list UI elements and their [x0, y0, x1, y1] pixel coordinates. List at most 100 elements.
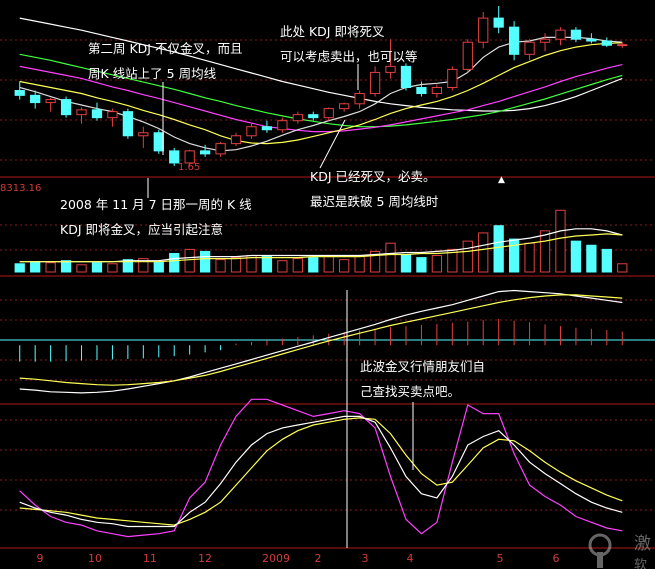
candle-body — [447, 68, 458, 89]
up-marker: ▲ — [498, 175, 505, 185]
volume-readout: 8313.16 — [0, 183, 41, 194]
annotation-4-line-1: 2008 年 11 月 7 日那一周的 K 线 — [60, 197, 252, 212]
volume-bar — [493, 225, 504, 273]
volume-bar — [169, 252, 180, 273]
candle-body — [122, 111, 134, 137]
candle-body — [539, 38, 551, 43]
volume-bar — [230, 257, 242, 273]
candle-body — [76, 109, 87, 116]
candle-body — [586, 38, 597, 42]
weekly-kdj-chart: 1.65 8313.16 ▲ 第二周 KDJ 不仅金叉，而且 周K 线站上了 5… — [0, 0, 655, 569]
volume-bar — [215, 259, 226, 273]
candle-body — [617, 44, 628, 47]
volume-bar — [45, 262, 56, 273]
volume-bar — [184, 248, 195, 273]
annotation-1-line-1: 第二周 KDJ 不仅金叉，而且 — [88, 41, 242, 56]
candle-body — [246, 126, 257, 137]
volume-bar — [76, 264, 87, 273]
annotation-1-line-2: 周K 线站上了 5 周均线 — [88, 66, 217, 81]
candle-body — [339, 103, 350, 110]
candle-body — [199, 150, 211, 155]
candle-body — [277, 120, 288, 131]
watermark-char-1: 激 — [634, 534, 651, 554]
volume-bar — [308, 257, 319, 273]
candle-body — [601, 40, 612, 46]
volume-bar — [462, 240, 473, 273]
candle-body — [30, 94, 41, 104]
candle-body — [292, 114, 303, 122]
volume-bar — [539, 230, 551, 273]
annotation-3-line-1: KDJ 已经死叉，必卖。 — [310, 169, 435, 184]
x-axis-label: 2009 — [262, 552, 290, 565]
volume-bar — [601, 248, 612, 273]
candle-body — [107, 111, 118, 119]
x-axis-label: 5 — [497, 552, 504, 565]
volume-bar — [555, 209, 566, 273]
volume-bar — [30, 261, 41, 273]
candle-body — [508, 26, 520, 55]
candle-body — [323, 108, 334, 119]
candle-body — [230, 135, 242, 145]
annotation-5-line-1: 此波金叉行情朋友们自 — [360, 359, 485, 374]
candle-body — [138, 132, 149, 137]
volume-bar — [277, 260, 288, 273]
candle-body — [524, 41, 535, 55]
candle-body — [369, 71, 381, 95]
volume-bar — [60, 260, 72, 273]
volume-bar — [199, 250, 211, 273]
candle-body — [354, 93, 365, 105]
candle-body — [91, 109, 103, 119]
candle-body — [215, 143, 226, 155]
volume-bar — [261, 256, 273, 273]
x-axis-label: 10 — [88, 552, 102, 565]
x-axis-label: 4 — [407, 552, 414, 565]
volume-bar — [586, 244, 597, 273]
candle-body — [45, 99, 56, 104]
volume-bar — [153, 261, 164, 273]
candle-body — [14, 90, 25, 96]
volume-bar — [107, 263, 118, 273]
candle-body — [570, 29, 582, 40]
candle-body — [385, 65, 396, 73]
volume-bar — [524, 242, 535, 273]
volume-bar — [478, 232, 489, 273]
low-price-label: 1.65 — [178, 162, 200, 173]
candle-body — [400, 65, 412, 88]
x-axis-label: 9 — [37, 552, 44, 565]
candle-body — [261, 126, 273, 131]
volume-bar — [416, 257, 427, 273]
candle-body — [153, 132, 164, 152]
x-axis-label: 3 — [362, 552, 369, 565]
volume-bar — [14, 263, 25, 273]
volume-bar — [385, 242, 396, 273]
x-axis-label: 2 — [315, 552, 322, 565]
candle-body — [478, 17, 489, 43]
volume-bar — [570, 240, 582, 273]
volume-bar — [431, 255, 443, 273]
candle-body — [555, 29, 566, 40]
x-axis-label: 11 — [143, 552, 157, 565]
candle-body — [60, 99, 72, 116]
annotation-5-line-2: 己查找买卖点吧。 — [360, 384, 460, 399]
watermark-char-2: 软 — [634, 558, 647, 569]
candle-body — [431, 87, 443, 95]
watermark-key-shaft — [597, 552, 603, 568]
annotation-2-line-1: 此处 KDJ 即将死叉 — [280, 24, 385, 39]
volume-bar — [400, 254, 412, 273]
x-axis-label: 12 — [198, 552, 212, 565]
annotation-4-line-2: KDJ 即将金叉，应当引起注意 — [60, 222, 223, 237]
volume-bar — [292, 258, 303, 273]
volume-bar — [617, 263, 628, 273]
candle-body — [462, 41, 473, 70]
volume-bar — [508, 238, 520, 273]
volume-bar — [339, 259, 350, 273]
volume-bar — [354, 255, 365, 273]
x-axis-label: 6 — [553, 552, 560, 565]
annotation-3-line-2: 最迟是跌破 5 周均线时 — [310, 194, 439, 209]
candle-body — [308, 114, 319, 119]
volume-bar — [91, 262, 103, 273]
annotation-2-line-2: 可以考虑卖出，也可以等 — [280, 49, 418, 64]
volume-bar — [323, 256, 334, 273]
candle-body — [493, 17, 504, 28]
candle-body — [416, 87, 427, 95]
